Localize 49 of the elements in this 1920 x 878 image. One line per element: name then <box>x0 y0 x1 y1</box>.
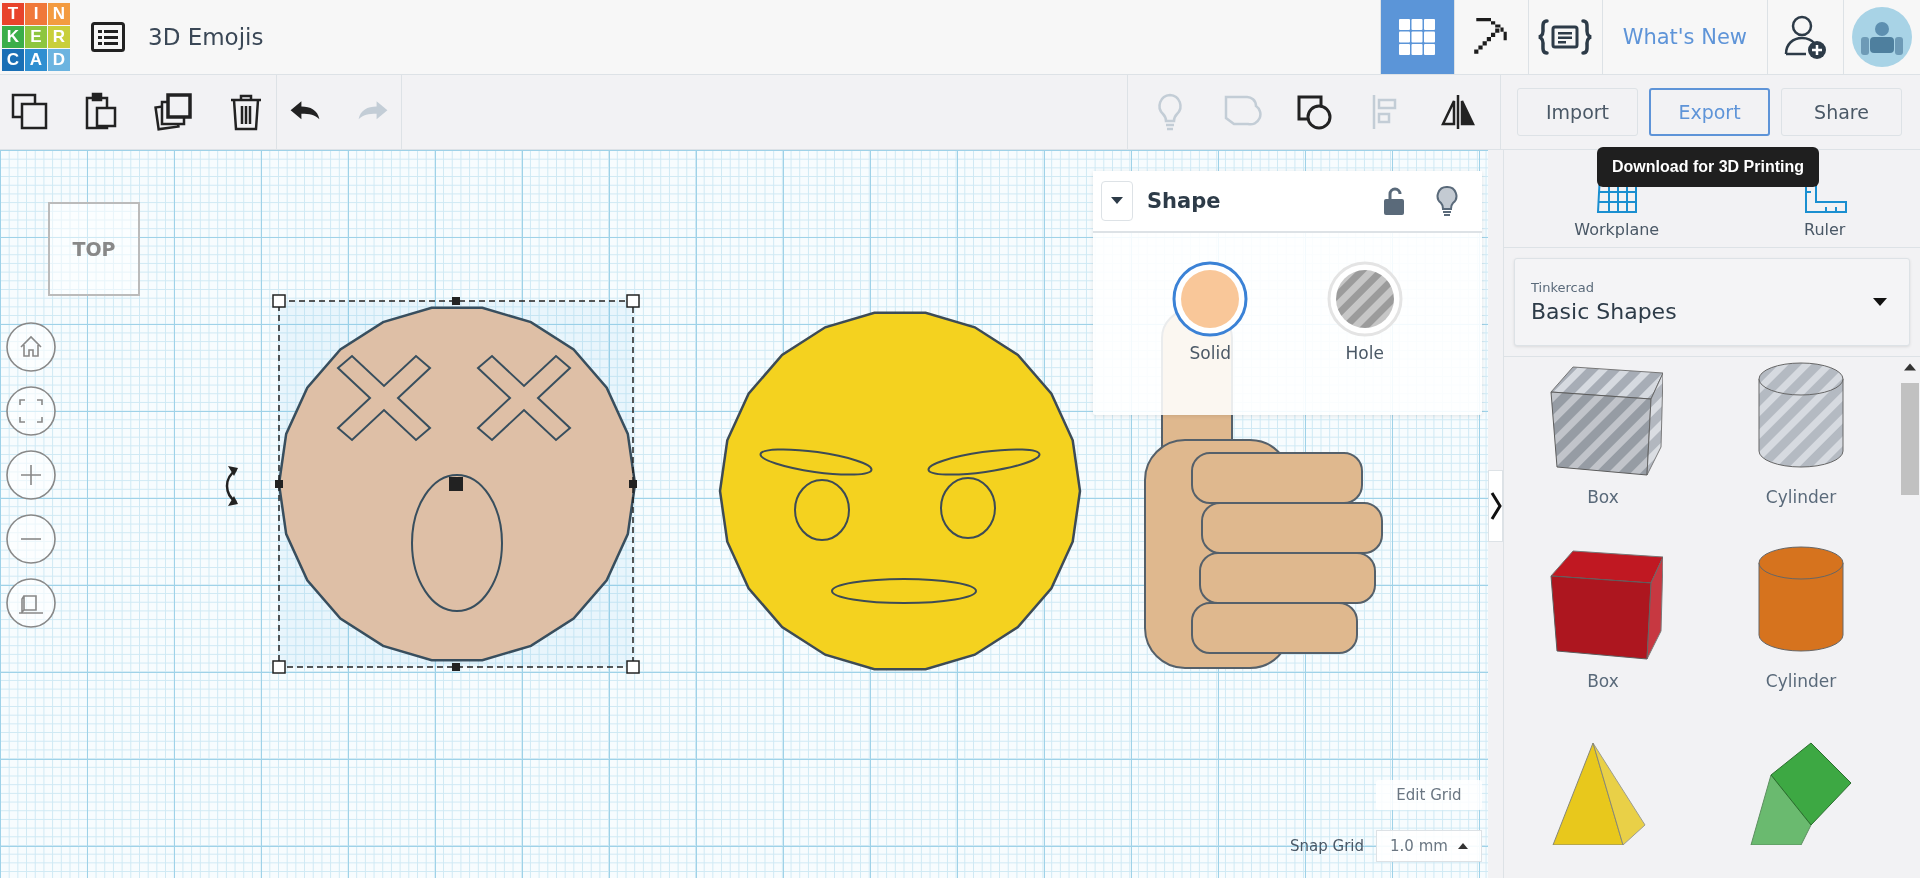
view-cube[interactable]: TOP <box>48 202 140 296</box>
rotate-handle-icon[interactable] <box>225 466 238 506</box>
chevron-right-icon[interactable] <box>1488 470 1503 542</box>
edit-grid-button[interactable]: Edit Grid <box>1376 780 1482 810</box>
tooltip: Download for 3D Printing <box>1597 147 1819 187</box>
logo-letter: R <box>48 26 70 48</box>
angry-face-shape[interactable] <box>718 311 1082 671</box>
cube-icon[interactable] <box>6 578 56 628</box>
scrollbar-thumb[interactable] <box>1901 383 1919 495</box>
export-button[interactable]: Export <box>1649 88 1770 136</box>
mirror-icon[interactable] <box>1438 92 1478 132</box>
shape-item[interactable]: Cylinder <box>1702 357 1900 507</box>
snap-grid-label: Snap Grid <box>1290 837 1364 855</box>
caret-icon <box>1111 197 1123 205</box>
logo-letter: N <box>48 3 70 25</box>
code-braces-icon <box>1537 17 1594 57</box>
fit-view-icon[interactable] <box>6 386 56 436</box>
home-icon[interactable] <box>6 322 56 372</box>
lightbulb-icon[interactable] <box>1436 185 1458 217</box>
shape-item[interactable]: Box <box>1504 357 1702 507</box>
logo-letter: C <box>2 49 24 71</box>
logo-letter: T <box>2 3 24 25</box>
caret-icon <box>1873 298 1887 306</box>
tinkercad-logo[interactable]: T I N K E R C A D <box>0 0 70 74</box>
duplicate-icon[interactable] <box>154 92 194 132</box>
scroll-up-icon[interactable] <box>1904 363 1916 371</box>
logo-letter: E <box>25 26 47 48</box>
whats-new-link[interactable]: What's New <box>1601 0 1767 74</box>
panel-title: Shape <box>1147 189 1221 213</box>
zoom-out-icon[interactable] <box>6 514 56 564</box>
share-button[interactable]: Share <box>1781 88 1902 136</box>
design-title[interactable]: 3D Emojis <box>148 24 264 50</box>
workplane-grid[interactable]: TOP Shape Solid Hole Edit Grid Snap Grid 1.0 mm <box>0 150 1488 878</box>
caret-icon <box>1457 843 1468 849</box>
unlock-icon[interactable] <box>1384 187 1404 215</box>
logo-letter: D <box>48 49 70 71</box>
logo-letter: I <box>25 3 47 25</box>
import-button[interactable]: Import <box>1517 88 1638 136</box>
copy-icon[interactable] <box>10 92 50 132</box>
list-icon[interactable] <box>91 22 125 52</box>
shape-library-dropdown[interactable]: Tinkercad Basic Shapes <box>1514 258 1910 346</box>
grid-icon <box>1397 17 1438 57</box>
snap-grid-dropdown[interactable]: 1.0 mm <box>1376 830 1482 862</box>
logo-letter: K <box>2 26 24 48</box>
shape-item[interactable]: Cylinder <box>1702 541 1900 691</box>
logo-letter: A <box>25 49 47 71</box>
shape-item[interactable]: Box <box>1504 541 1702 691</box>
collapse-button[interactable] <box>1101 181 1133 221</box>
zoom-in-icon[interactable] <box>6 450 56 500</box>
